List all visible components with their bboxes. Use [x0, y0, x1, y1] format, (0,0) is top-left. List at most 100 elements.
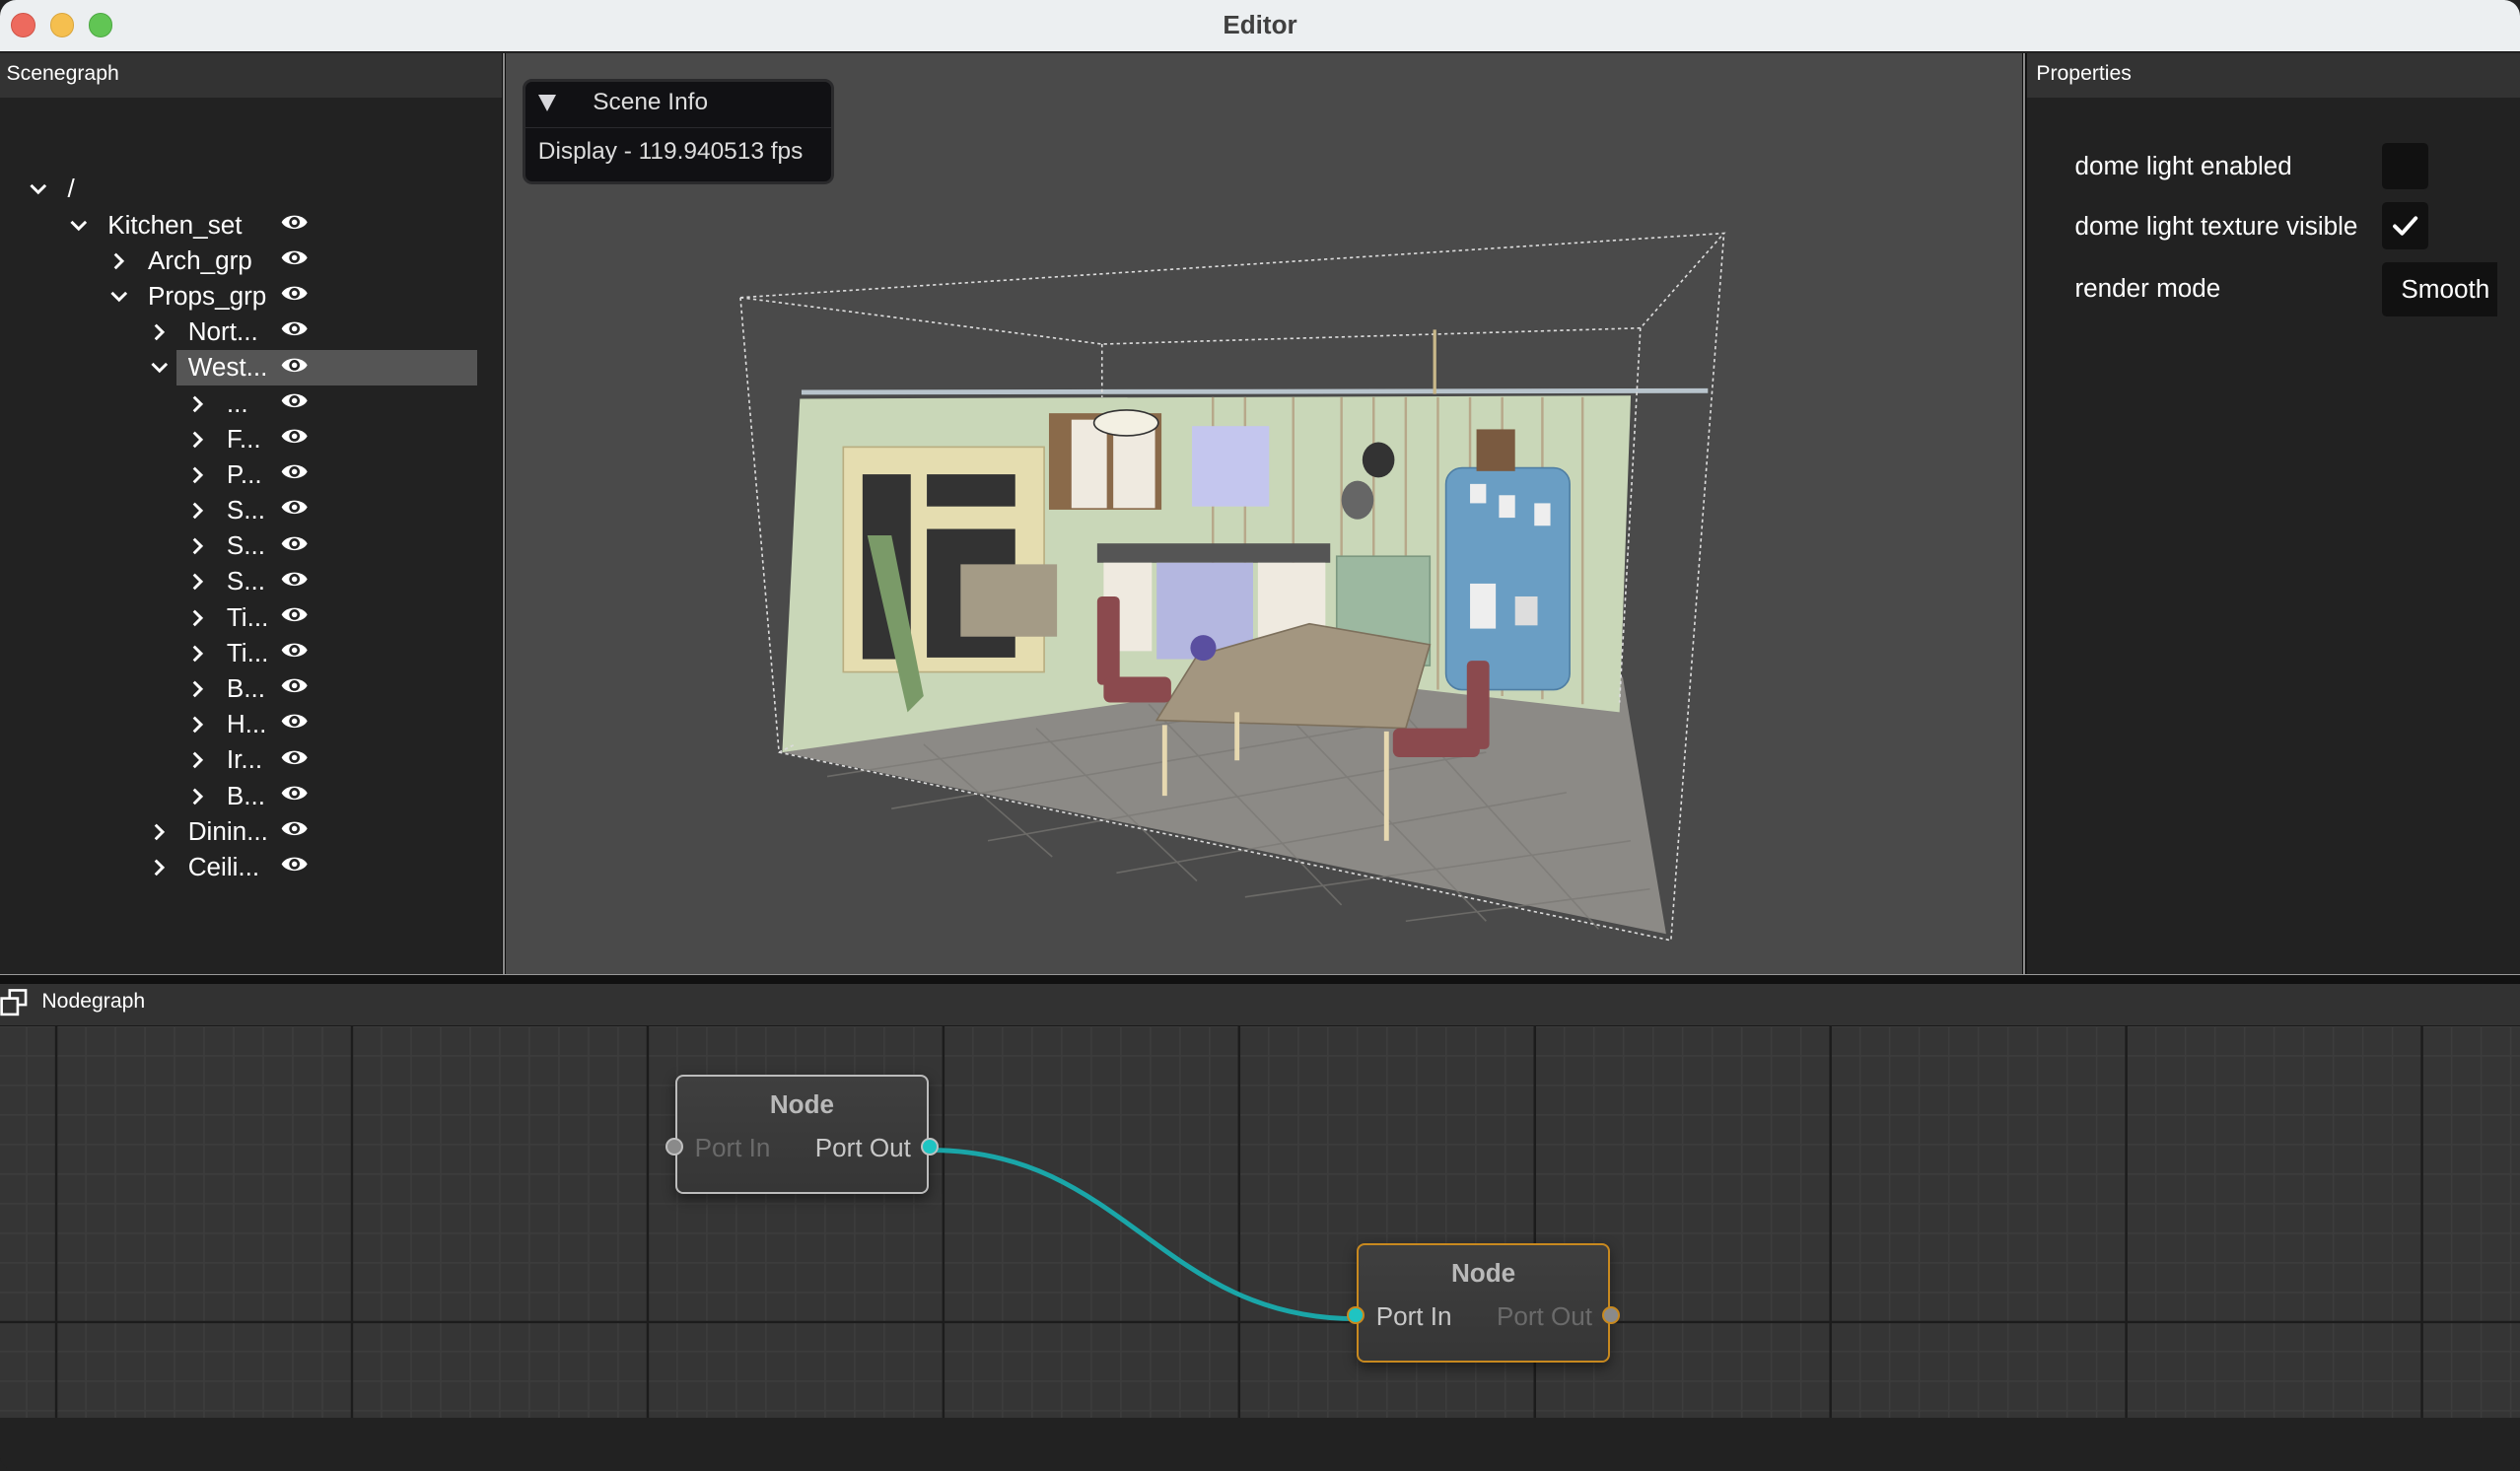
tree-item[interactable]: West...: [0, 350, 502, 385]
eye-visibility-icon[interactable]: [280, 568, 309, 591]
chevron-right-icon[interactable]: [188, 707, 208, 742]
chevron-right-icon[interactable]: [188, 386, 208, 422]
port-out-socket[interactable]: [920, 1137, 939, 1156]
tree-item[interactable]: S...: [0, 493, 502, 528]
node-2[interactable]: Node Port In Port Out: [1347, 1243, 1620, 1363]
tree-item-label: S...: [226, 495, 265, 525]
chevron-right-icon[interactable]: [109, 244, 129, 279]
eye-visibility-icon[interactable]: [280, 603, 309, 626]
chevron-right-icon[interactable]: [188, 742, 208, 778]
eye-visibility-icon[interactable]: [280, 674, 309, 697]
tree-item[interactable]: Dinin...: [0, 814, 502, 850]
tree-item[interactable]: Ti...: [0, 636, 502, 671]
chevron-right-icon[interactable]: [188, 457, 208, 493]
eye-visibility-icon[interactable]: [280, 496, 309, 519]
tree-item-label: West...: [187, 352, 268, 383]
chevron-right-icon[interactable]: [188, 422, 208, 457]
property-label: dome light enabled: [2074, 151, 2292, 181]
viewport-3d[interactable]: Scene Info Display - 119.940513 fps: [506, 52, 2022, 974]
chevron-right-icon[interactable]: [188, 636, 208, 671]
eye-visibility-icon[interactable]: [280, 853, 309, 876]
ceiling-lamp: [1093, 408, 1160, 437]
port-out-label: Port Out: [1496, 1301, 1593, 1332]
tree-item[interactable]: S...: [0, 564, 502, 599]
tree-item[interactable]: Nort...: [0, 315, 502, 350]
chevron-right-icon[interactable]: [188, 600, 208, 636]
chevron-right-icon[interactable]: [150, 814, 170, 850]
eye-visibility-icon[interactable]: [280, 317, 309, 340]
bottom-splitter[interactable]: [0, 973, 2520, 984]
chevron-right-icon[interactable]: [150, 850, 170, 885]
nodegraph-panel: Nodegraph Node Port In Port Out Node Por…: [0, 983, 2520, 1471]
tree-item[interactable]: ...: [0, 386, 502, 422]
property-label: dome light texture visible: [2074, 210, 2358, 241]
tree-item[interactable]: B...: [0, 779, 502, 814]
tree-item[interactable]: /: [0, 172, 502, 207]
eye-visibility-icon[interactable]: [280, 211, 309, 234]
eye-visibility-icon[interactable]: [280, 460, 309, 483]
tree-item-label: Kitchen_set: [107, 209, 243, 240]
eye-visibility-icon[interactable]: [280, 710, 309, 733]
tree-item[interactable]: Arch_grp: [0, 244, 502, 279]
eye-visibility-icon[interactable]: [280, 782, 309, 805]
port-in-socket[interactable]: [665, 1137, 684, 1156]
eye-visibility-icon[interactable]: [280, 425, 309, 448]
chevron-right-icon[interactable]: [188, 493, 208, 528]
nodegraph-canvas[interactable]: Node Port In Port Out Node Port In Port …: [0, 1024, 2520, 1419]
chevron-right-icon[interactable]: [150, 315, 170, 350]
eye-visibility-icon[interactable]: [280, 639, 309, 662]
kitchen-window-curtain: [1192, 425, 1270, 507]
fridge-note: [1515, 595, 1538, 626]
tree-item-label: Ir...: [226, 744, 263, 775]
tree-item[interactable]: Kitchen_set: [0, 208, 502, 244]
tree-item-label: ...: [226, 387, 248, 418]
chevron-right-icon[interactable]: [188, 528, 208, 564]
render-mode-dropdown[interactable]: Smooth: [2381, 261, 2498, 317]
dome-light-texture-visible-checkbox[interactable]: [2381, 202, 2429, 249]
eye-visibility-icon[interactable]: [280, 354, 309, 377]
side-table: [960, 564, 1058, 637]
tree-item[interactable]: Ceili...: [0, 850, 502, 885]
tree-item-label: Dinin...: [187, 815, 268, 846]
port-out-socket[interactable]: [1601, 1305, 1620, 1324]
chevron-down-icon[interactable]: [29, 172, 48, 207]
chevron-down-icon[interactable]: [69, 208, 89, 244]
tree-item[interactable]: H...: [0, 707, 502, 742]
fridge-note: [1470, 483, 1487, 504]
nodegraph-header: Nodegraph: [0, 983, 2520, 1025]
property-label: render mode: [2074, 273, 2221, 304]
eye-visibility-icon[interactable]: [280, 746, 309, 769]
link-curve: [930, 1148, 1357, 1322]
eye-visibility-icon[interactable]: [280, 817, 309, 840]
eye-visibility-icon[interactable]: [280, 532, 309, 555]
tree-item-label: Nort...: [187, 316, 258, 347]
chevron-right-icon[interactable]: [188, 671, 208, 707]
chair-left-back: [1097, 595, 1121, 685]
kitchen-counter: [1097, 542, 1331, 563]
chevron-down-icon[interactable]: [150, 350, 170, 385]
eye-visibility-icon[interactable]: [280, 282, 309, 305]
windows-restore-icon[interactable]: [0, 988, 29, 1016]
chevron-down-icon[interactable]: [109, 279, 129, 315]
node-link: [930, 1148, 1357, 1322]
tree-item[interactable]: Props_grp: [0, 279, 502, 315]
tree-item-label: H...: [226, 709, 267, 739]
eye-visibility-icon[interactable]: [280, 389, 309, 412]
port-in-socket[interactable]: [1347, 1305, 1365, 1324]
node-title: Node: [769, 1088, 835, 1119]
tree-item[interactable]: S...: [0, 528, 502, 564]
node-1[interactable]: Node Port In Port Out: [665, 1074, 939, 1194]
fridge-note: [1499, 495, 1516, 518]
tree-item[interactable]: F...: [0, 422, 502, 457]
tree-item-label: Ti...: [226, 637, 269, 667]
eye-visibility-icon[interactable]: [280, 246, 309, 269]
tree-item[interactable]: Ir...: [0, 742, 502, 778]
tree-item[interactable]: B...: [0, 671, 502, 707]
tree-item-label: F...: [226, 423, 261, 454]
tree-item[interactable]: P...: [0, 457, 502, 493]
tree-item[interactable]: Ti...: [0, 600, 502, 636]
chevron-right-icon[interactable]: [188, 779, 208, 814]
dome-light-enabled-checkbox[interactable]: [2381, 143, 2429, 190]
tree-item-label: B...: [226, 673, 265, 704]
chevron-right-icon[interactable]: [188, 564, 208, 599]
